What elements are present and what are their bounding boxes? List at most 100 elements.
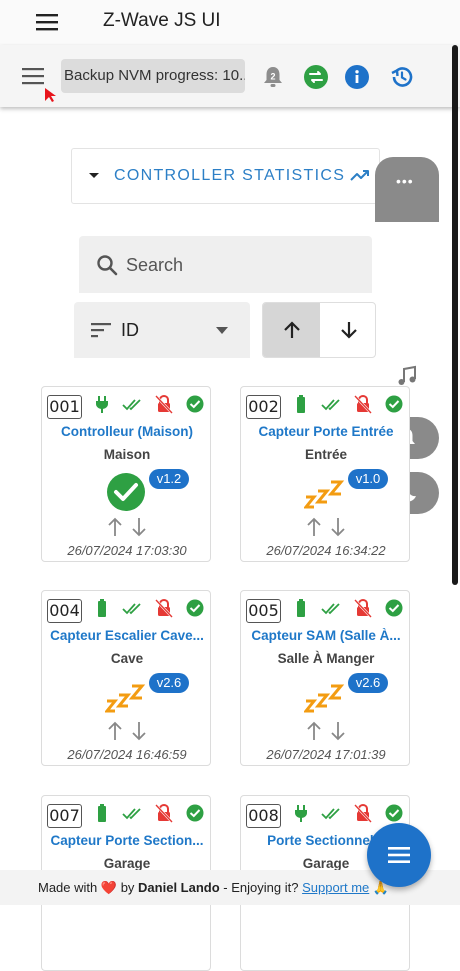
power-plug-icon xyxy=(295,805,307,822)
backup-progress-chip[interactable]: Backup NVM progress: 10... xyxy=(61,59,245,93)
unsecure-lock-icon xyxy=(354,598,372,618)
sleeping-zzz-icon xyxy=(304,684,345,713)
node-location: Garage xyxy=(103,856,151,871)
up-down-arrows-icon xyxy=(307,517,345,537)
controller-statistics-panel[interactable]: CONTROLLER STATISTICS xyxy=(71,148,380,204)
node-last-active: 26/07/2024 17:03:30 xyxy=(67,543,187,558)
arrow-up-icon xyxy=(284,321,300,338)
battery-icon xyxy=(98,804,106,822)
mouse-cursor-icon xyxy=(45,88,56,102)
sort-lines-icon xyxy=(91,323,111,338)
info-icon[interactable] xyxy=(344,64,370,90)
node-name[interactable]: Controlleur (Maison) xyxy=(42,424,210,439)
search-field[interactable]: Search xyxy=(79,236,372,293)
side-menu-toggle[interactable]: ••• xyxy=(375,157,439,222)
controller-statistics-label: CONTROLLER STATISTICS xyxy=(114,167,346,184)
node-name[interactable]: Capteur Porte Section... xyxy=(42,833,210,848)
power-plug-icon xyxy=(96,396,108,413)
sleeping-zzz-icon xyxy=(304,480,345,509)
history-restore-icon[interactable] xyxy=(389,64,415,90)
search-placeholder: Search xyxy=(126,255,184,275)
support-me-link[interactable]: Support me xyxy=(302,880,369,895)
node-card[interactable]: 004 Capteur Escalier Cave... Cave v2.6 26/0… xyxy=(41,590,211,766)
app-title: Z-Wave JS UI xyxy=(103,10,221,31)
check-circle-icon xyxy=(186,804,204,822)
check-circle-icon xyxy=(186,395,204,413)
double-check-icon xyxy=(122,399,141,411)
double-check-icon xyxy=(122,603,141,615)
footer-by: by xyxy=(120,880,135,895)
notification-count: 2 xyxy=(270,72,275,82)
search-icon xyxy=(97,255,118,276)
double-check-icon xyxy=(321,808,340,820)
caret-down-icon xyxy=(89,173,99,178)
scrollbar[interactable] xyxy=(452,45,458,585)
more-dots-icon: ••• xyxy=(396,173,414,189)
firmware-version-badge: v1.2 xyxy=(149,469,189,489)
footer-made-with: Made with xyxy=(38,880,98,895)
unsecure-lock-icon xyxy=(155,598,173,618)
node-location: Maison xyxy=(103,447,151,462)
double-check-icon xyxy=(122,808,141,820)
check-circle-icon xyxy=(385,395,403,413)
battery-icon xyxy=(297,599,305,617)
node-last-active: 26/07/2024 17:01:39 xyxy=(266,747,386,762)
node-name[interactable]: Capteur SAM (Salle À... xyxy=(241,628,409,643)
sort-direction-toggle xyxy=(262,302,376,358)
unsecure-lock-icon xyxy=(155,394,173,414)
menu-icon xyxy=(388,847,410,863)
sort-by-select[interactable]: ID xyxy=(74,302,250,358)
unsecure-lock-icon xyxy=(354,394,372,414)
node-id: 004 xyxy=(47,599,82,623)
node-card[interactable]: 001 Controlleur (Maison) Maison v1.2 26/07/2… xyxy=(41,386,211,562)
footer-author: Daniel Lando xyxy=(138,880,220,895)
node-location: Cave xyxy=(110,651,144,666)
nav-drawer-menu-icon[interactable] xyxy=(22,67,44,85)
node-id: 002 xyxy=(246,395,281,419)
firmware-version-badge: v1.0 xyxy=(348,469,388,489)
up-down-arrows-icon xyxy=(108,721,146,741)
arrow-down-icon xyxy=(341,322,357,339)
check-circle-icon xyxy=(385,804,403,822)
node-last-active: 26/07/2024 16:34:22 xyxy=(266,543,386,558)
app-toolbar: Backup NVM progress: 10... 2 xyxy=(0,45,460,107)
os-title-bar: Z-Wave JS UI xyxy=(0,0,460,45)
up-down-arrows-icon xyxy=(108,517,146,537)
unsecure-lock-icon xyxy=(354,803,372,823)
node-id: 007 xyxy=(47,804,82,828)
node-id: 008 xyxy=(246,804,281,828)
check-circle-icon xyxy=(385,599,403,617)
node-location: Salle À Manger xyxy=(277,651,375,666)
notification-bell-icon[interactable]: 2 xyxy=(260,64,286,90)
node-name[interactable]: Capteur Porte Entrée xyxy=(241,424,409,439)
node-card[interactable]: 005 Capteur SAM (Salle À... Salle À Manger… xyxy=(240,590,410,766)
up-down-arrows-icon xyxy=(307,721,345,741)
sort-descending-button[interactable] xyxy=(320,303,375,357)
unsecure-lock-icon xyxy=(155,803,173,823)
node-name[interactable]: Capteur Escalier Cave... xyxy=(42,628,210,643)
footer-enjoy: - Enjoying it? xyxy=(223,880,299,895)
battery-icon xyxy=(98,599,106,617)
chevron-down-icon xyxy=(216,327,228,334)
sort-ascending-button[interactable] xyxy=(263,303,320,357)
double-check-icon xyxy=(321,603,340,615)
double-check-icon xyxy=(321,399,340,411)
node-card[interactable]: 002 Capteur Porte Entrée Entrée v1.0 26/07/… xyxy=(240,386,410,562)
battery-icon xyxy=(297,395,305,413)
music-note-icon[interactable] xyxy=(396,365,418,387)
sleeping-zzz-icon xyxy=(105,684,146,713)
ready-check-icon xyxy=(107,473,145,511)
check-circle-icon xyxy=(186,599,204,617)
sync-arrows-icon[interactable] xyxy=(303,64,329,90)
node-id: 005 xyxy=(246,599,281,623)
firmware-version-badge: v2.6 xyxy=(149,673,189,693)
firmware-version-badge: v2.6 xyxy=(348,673,388,693)
heart-icon: ❤️ xyxy=(100,880,118,895)
sort-by-value: ID xyxy=(121,320,139,340)
node-last-active: 26/07/2024 16:46:59 xyxy=(67,747,187,762)
node-id: 001 xyxy=(47,395,82,419)
trending-up-icon xyxy=(350,170,369,181)
main-menu-fab[interactable] xyxy=(367,823,431,887)
hamburger-menu-icon[interactable] xyxy=(36,13,58,31)
node-location: Entrée xyxy=(304,447,348,462)
